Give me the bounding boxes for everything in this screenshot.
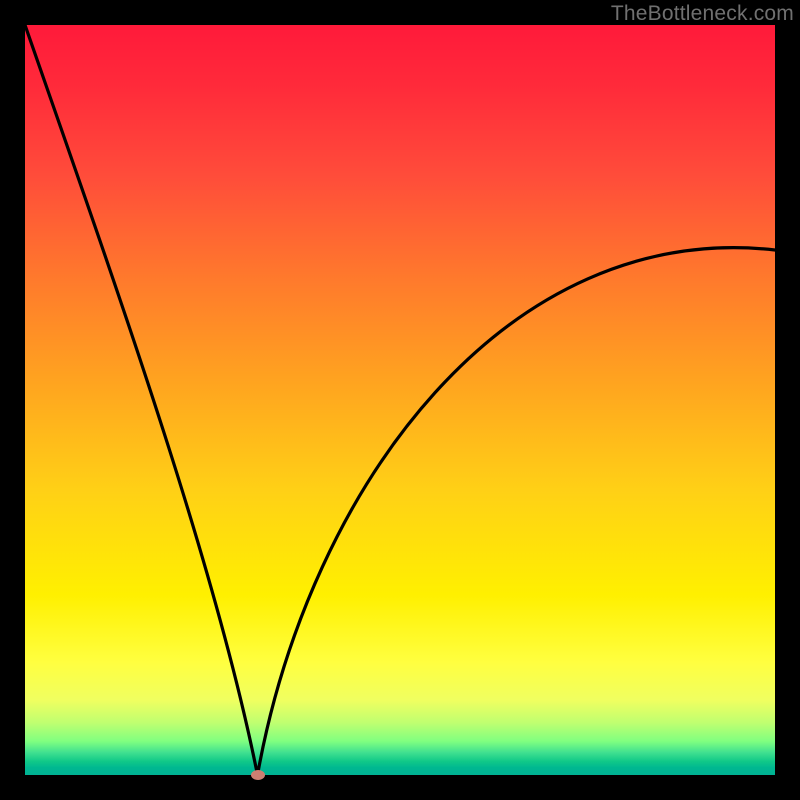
bottleneck-curve <box>25 25 775 775</box>
plot-area <box>25 25 775 775</box>
minimum-marker <box>251 770 265 780</box>
chart-frame: TheBottleneck.com <box>0 0 800 800</box>
watermark-text: TheBottleneck.com <box>611 2 794 26</box>
